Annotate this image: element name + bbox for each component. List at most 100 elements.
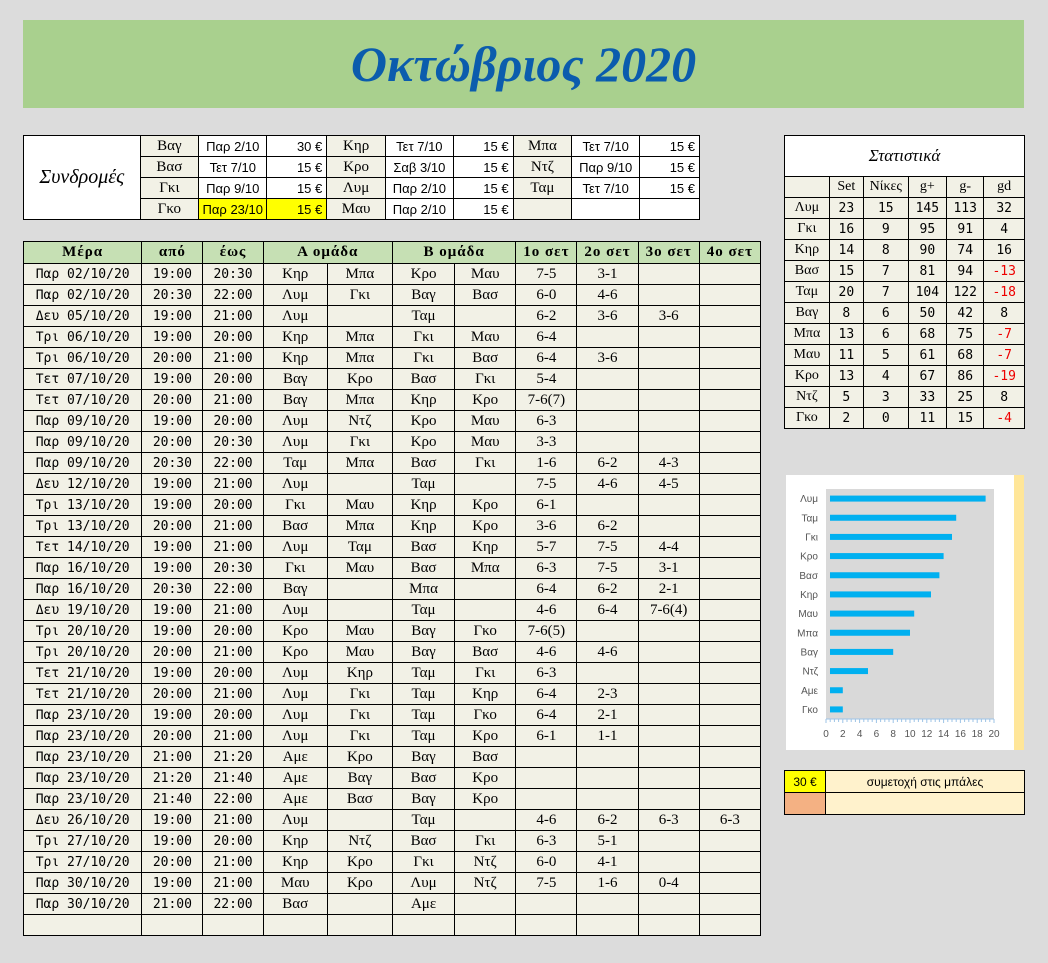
schedule-cell[interactable]: Μαυ <box>326 494 393 516</box>
schedule-cell[interactable] <box>698 851 762 873</box>
schedule-cell[interactable] <box>698 452 762 474</box>
schedule-cell[interactable] <box>454 578 517 600</box>
schedule-cell[interactable]: 20:00 <box>202 410 264 432</box>
schedule-cell[interactable]: Λυμ <box>262 809 328 831</box>
schedule-cell[interactable]: Βαγ <box>326 767 393 789</box>
schedule-cell[interactable]: Βασ <box>391 536 456 558</box>
schedule-cell[interactable]: 20:00 <box>202 620 264 642</box>
schedule-cell[interactable]: 5-4 <box>515 368 578 390</box>
schedule-cell[interactable]: Κηρ <box>262 830 328 852</box>
schedule-cell[interactable]: 2-1 <box>637 578 700 600</box>
schedule-cell[interactable]: 6-2 <box>515 305 578 327</box>
schedule-cell[interactable]: 19:00 <box>141 830 204 852</box>
schedule-cell[interactable] <box>637 641 700 663</box>
schedule-cell[interactable]: Λυμ <box>262 410 328 432</box>
schedule-cell[interactable]: 20:00 <box>202 326 264 348</box>
schedule-cell[interactable]: Μαυ <box>454 410 517 432</box>
stats-cell[interactable]: 8 <box>983 302 1025 324</box>
schedule-cell[interactable]: Μαυ <box>454 263 517 285</box>
schedule-cell[interactable]: 20:30 <box>202 431 264 453</box>
schedule-cell[interactable] <box>576 368 639 390</box>
wins-bar-chart[interactable]: Λυμ Ταμ Γκι Κρο Βασ Κηρ Μαυ Μπα Βαγ Ντζ Αμε Γκο 0 2 4 6… <box>786 475 1024 750</box>
schedule-cell[interactable]: 19:00 <box>141 410 204 432</box>
schedule-cell[interactable]: Βαγ <box>391 284 456 306</box>
schedule-cell[interactable]: 21:20 <box>202 746 264 768</box>
schedule-cell[interactable] <box>141 914 204 936</box>
schedule-cell[interactable]: 5-7 <box>515 536 578 558</box>
schedule-cell[interactable] <box>326 809 393 831</box>
schedule-cell[interactable] <box>698 494 762 516</box>
schedule-cell[interactable]: Βαγ <box>391 788 456 810</box>
stats-cell[interactable]: 104 <box>907 281 948 303</box>
schedule-cell[interactable]: Κηρ <box>262 851 328 873</box>
schedule-cell[interactable] <box>637 515 700 537</box>
schedule-cell[interactable]: Παρ 09/10/20 <box>22 452 143 474</box>
stats-cell[interactable]: -19 <box>983 365 1025 387</box>
schedule-cell[interactable]: Παρ 30/10/20 <box>22 893 143 915</box>
stats-cell[interactable]: 6 <box>862 323 909 345</box>
schedule-cell[interactable]: Γκι <box>391 347 456 369</box>
stats-cell[interactable]: 8 <box>983 386 1025 408</box>
schedule-cell[interactable] <box>698 263 762 285</box>
schedule-cell[interactable]: Κηρ <box>262 326 328 348</box>
schedule-cell[interactable]: 20:00 <box>141 431 204 453</box>
schedule-cell[interactable]: 19:00 <box>141 599 204 621</box>
schedule-cell[interactable]: 19:00 <box>141 305 204 327</box>
schedule-cell[interactable]: 7-6(7) <box>515 389 578 411</box>
schedule-cell[interactable]: Λυμ <box>262 683 328 705</box>
schedule-cell[interactable] <box>454 599 517 621</box>
schedule-cell[interactable]: Παρ 09/10/20 <box>22 410 143 432</box>
schedule-cell[interactable]: Βασ <box>326 788 393 810</box>
stats-cell[interactable]: 20 <box>828 281 864 303</box>
schedule-cell[interactable]: Ταμ <box>391 662 456 684</box>
schedule-cell[interactable]: Μαυ <box>326 620 393 642</box>
schedule-cell[interactable]: Ταμ <box>391 305 456 327</box>
schedule-cell[interactable] <box>576 326 639 348</box>
schedule-cell[interactable]: Κρο <box>454 494 517 516</box>
schedule-cell[interactable]: 19:00 <box>141 368 204 390</box>
schedule-cell[interactable]: 21:00 <box>202 599 264 621</box>
schedule-cell[interactable]: 19:00 <box>141 536 204 558</box>
schedule-cell[interactable] <box>326 578 393 600</box>
schedule-cell[interactable]: Τετ 07/10/20 <box>22 368 143 390</box>
chart-bar[interactable] <box>830 668 868 675</box>
schedule-cell[interactable] <box>326 599 393 621</box>
schedule-cell[interactable]: 19:00 <box>141 662 204 684</box>
schedule-cell[interactable]: Κηρ <box>326 662 393 684</box>
stats-cell[interactable]: Μπα <box>784 323 830 345</box>
stats-cell[interactable]: Γκι <box>784 218 830 240</box>
schedule-cell[interactable] <box>698 347 762 369</box>
schedule-cell[interactable]: Λυμ <box>262 704 328 726</box>
chart-bar[interactable] <box>830 629 910 636</box>
schedule-cell[interactable] <box>637 410 700 432</box>
schedule-cell[interactable]: Ταμ <box>326 536 393 558</box>
stats-cell[interactable]: -13 <box>983 260 1025 282</box>
chart-bar[interactable] <box>830 553 944 560</box>
chart-bar[interactable] <box>830 687 843 694</box>
schedule-cell[interactable]: 21:00 <box>202 872 264 894</box>
schedule-cell[interactable]: 19:00 <box>141 704 204 726</box>
schedule-cell[interactable] <box>515 746 578 768</box>
schedule-cell[interactable] <box>454 305 517 327</box>
schedule-cell[interactable]: Παρ 16/10/20 <box>22 578 143 600</box>
schedule-cell[interactable]: 6-4 <box>515 347 578 369</box>
schedule-cell[interactable]: Ταμ <box>391 809 456 831</box>
stats-cell[interactable]: Μαυ <box>784 344 830 366</box>
stats-cell[interactable]: 32 <box>983 197 1025 219</box>
stats-cell[interactable]: 11 <box>828 344 864 366</box>
schedule-cell[interactable]: Λυμ <box>262 599 328 621</box>
schedule-cell[interactable]: 19:00 <box>141 557 204 579</box>
schedule-cell[interactable] <box>576 620 639 642</box>
schedule-cell[interactable]: 4-5 <box>637 473 700 495</box>
schedule-cell[interactable]: Βασ <box>391 830 456 852</box>
schedule-cell[interactable]: Γκι <box>262 494 328 516</box>
schedule-cell[interactable]: Κρο <box>391 263 456 285</box>
stats-cell[interactable]: Κρο <box>784 365 830 387</box>
schedule-cell[interactable]: 20:30 <box>202 263 264 285</box>
schedule-cell[interactable]: Γκι <box>454 662 517 684</box>
schedule-cell[interactable]: Βαγ <box>262 368 328 390</box>
schedule-cell[interactable]: Γκι <box>262 557 328 579</box>
schedule-cell[interactable]: Γκι <box>326 683 393 705</box>
schedule-cell[interactable]: 5-1 <box>576 830 639 852</box>
schedule-cell[interactable]: Βαγ <box>391 620 456 642</box>
